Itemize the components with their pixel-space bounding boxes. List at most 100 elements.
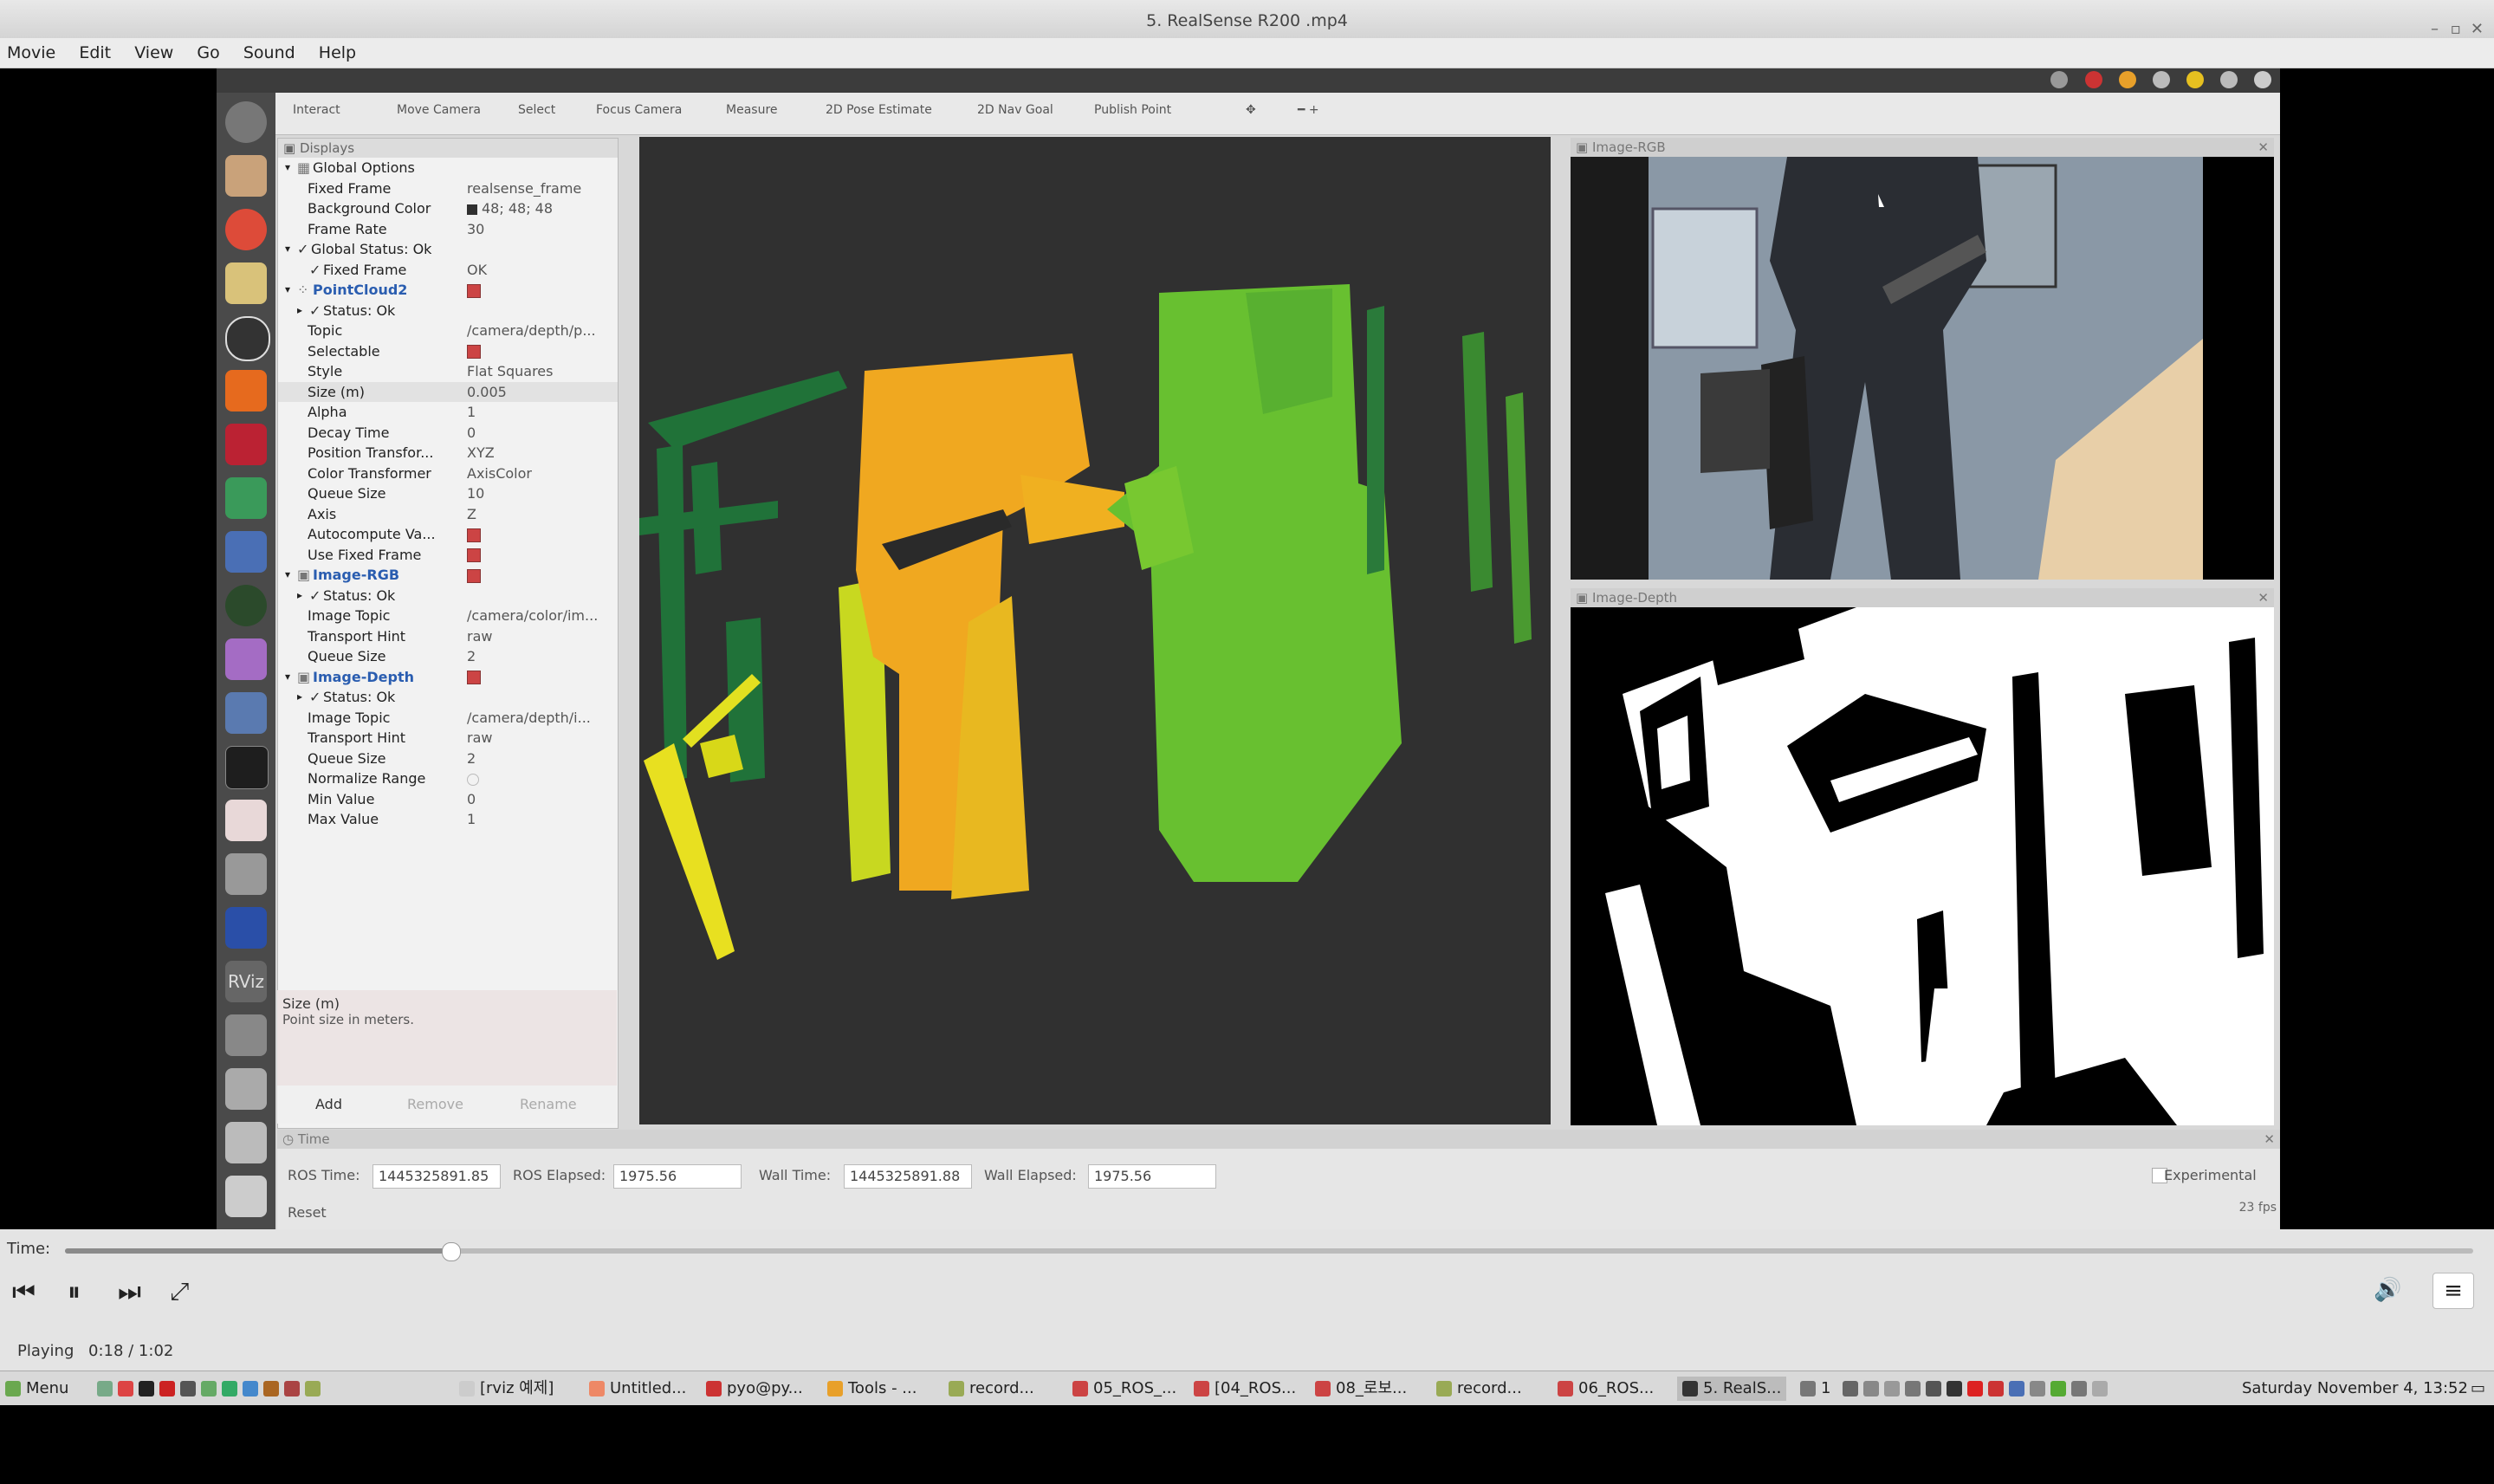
expand-arrow-icon[interactable]: ▾ <box>285 158 290 178</box>
drive-icon[interactable] <box>225 1014 267 1056</box>
property-value[interactable]: /camera/depth/i... <box>467 708 591 729</box>
workspace-number[interactable]: 1 <box>1821 1379 1830 1397</box>
tool-publish-point[interactable]: Publish Point <box>1094 103 1171 117</box>
display-property-row[interactable]: Min Value 0 <box>278 789 618 810</box>
globe-launch-icon[interactable] <box>222 1381 237 1397</box>
tool-select[interactable]: Select <box>518 103 555 117</box>
browser-icon[interactable] <box>225 209 267 250</box>
task-08-robo[interactable]: 08_로보... <box>1315 1377 1407 1401</box>
display-property-row[interactable]: Position Transfor... XYZ <box>278 443 618 463</box>
tool-more-icon[interactable]: ━ + <box>1298 103 1319 117</box>
app-grid-icon[interactable] <box>225 907 267 949</box>
display-property-row[interactable]: ▸ ✓ Status: Ok <box>278 687 618 708</box>
expand-arrow-icon[interactable]: ▾ <box>285 565 290 586</box>
chat-icon[interactable] <box>1800 1381 1816 1397</box>
fullscreen-icon[interactable]: ⤢ <box>170 1277 189 1306</box>
task-rviz[interactable]: [rviz 예제] <box>459 1377 554 1401</box>
alert-icon[interactable] <box>1988 1381 2005 1397</box>
wall-time-field[interactable]: 1445325891.88 <box>844 1164 972 1189</box>
expand-arrow-icon[interactable]: ▾ <box>285 667 290 688</box>
app-launch-icon[interactable] <box>159 1381 175 1397</box>
volume-icon[interactable]: 🔊 <box>2374 1277 2401 1303</box>
files-launch-icon[interactable] <box>201 1381 217 1397</box>
shield-icon[interactable] <box>2009 1381 2025 1397</box>
photos-icon[interactable] <box>225 638 267 680</box>
time-close-icon[interactable]: ✕ <box>2264 1130 2275 1149</box>
editor-launch-icon[interactable] <box>243 1381 258 1397</box>
display-property-row[interactable]: ▾ ✓ Global Status: Ok <box>278 239 618 260</box>
settings-icon[interactable] <box>225 424 267 465</box>
terminal-launch-icon[interactable] <box>139 1381 154 1397</box>
display-property-row[interactable]: ▸ ✓ Status: Ok <box>278 586 618 606</box>
display-property-row[interactable]: Frame Rate 30 <box>278 219 618 240</box>
display-property-row[interactable]: Queue Size 10 <box>278 483 618 504</box>
video-area[interactable]: RViz Interact Move Camera Select Focus C… <box>0 68 2494 1229</box>
property-value[interactable]: OK <box>467 260 487 281</box>
expand-arrow-icon[interactable]: ▸ <box>297 301 302 321</box>
enabled-checkbox[interactable] <box>467 548 481 562</box>
property-value[interactable]: 1 <box>467 809 476 830</box>
keyboard-icon[interactable] <box>1863 1381 1880 1397</box>
disk-icon[interactable] <box>225 853 267 895</box>
property-value[interactable]: 2 <box>467 748 476 769</box>
property-value[interactable]: 10 <box>467 483 484 504</box>
display-property-row[interactable]: ▾ ▣ Image-RGB <box>278 565 618 586</box>
ros-time-field[interactable]: 1445325891.85 <box>372 1164 501 1189</box>
render-viewport[interactable] <box>639 137 1551 1124</box>
tool-crosshair-icon[interactable]: ✥ <box>1246 103 1256 117</box>
display-property-row[interactable]: Image Topic/camera/depth/i... <box>278 708 618 729</box>
enabled-checkbox[interactable] <box>467 345 481 359</box>
dash-icon[interactable] <box>225 101 267 143</box>
property-value[interactable] <box>467 280 481 301</box>
image-rgb-close-icon[interactable]: ✕ <box>2258 138 2269 157</box>
tool3-launch-icon[interactable] <box>305 1381 321 1397</box>
clipboard-icon[interactable] <box>1926 1381 1942 1397</box>
seek-handle[interactable] <box>441 1242 461 1261</box>
trash-icon[interactable] <box>225 1176 267 1217</box>
tool-2d-pose-estimate[interactable]: 2D Pose Estimate <box>826 103 932 117</box>
property-value[interactable] <box>467 667 481 688</box>
display-property-row[interactable]: Use Fixed Frame <box>278 545 618 566</box>
property-value[interactable]: 0 <box>467 789 476 810</box>
start-menu-button[interactable]: Menu <box>5 1377 68 1401</box>
display-property-row[interactable]: Axis Z <box>278 504 618 525</box>
files-icon[interactable] <box>225 155 267 197</box>
task-record-2[interactable]: record... <box>1436 1377 1522 1401</box>
display-property-row[interactable]: ▾ ▣ Image-Depth <box>278 667 618 688</box>
task-06-ros[interactable]: 06_ROS... <box>1558 1377 1654 1401</box>
menu-edit[interactable]: Edit <box>79 38 111 68</box>
task-05-ros[interactable]: 05_ROS_... <box>1072 1377 1176 1401</box>
tool-measure[interactable]: Measure <box>726 103 778 117</box>
remove-button[interactable]: Remove <box>407 1096 463 1112</box>
task-04-ros[interactable]: [04_ROS... <box>1194 1377 1296 1401</box>
property-value[interactable]: raw <box>467 626 492 647</box>
display-property-row[interactable]: Autocompute Va... <box>278 524 618 545</box>
record-tray-icon[interactable] <box>1967 1381 1984 1397</box>
property-value[interactable] <box>467 341 481 362</box>
display-property-row[interactable]: Transport Hint raw <box>278 626 618 647</box>
terminal-icon[interactable] <box>225 746 269 789</box>
menu-sound[interactable]: Sound <box>243 38 295 68</box>
rviz-icon[interactable]: RViz <box>225 961 267 1002</box>
display-property-row[interactable]: Size (m) 0.005 <box>278 381 618 402</box>
menu-help[interactable]: Help <box>319 38 356 68</box>
menu-hamburger-icon[interactable]: ≡ <box>2432 1273 2474 1309</box>
task-untitled[interactable]: Untitled... <box>589 1377 686 1401</box>
show-desktop-corner-icon[interactable]: ▭ <box>2471 1377 2485 1401</box>
tool-launch-icon[interactable] <box>263 1381 279 1397</box>
property-value[interactable] <box>467 768 479 789</box>
image-depth-close-icon[interactable]: ✕ <box>2258 588 2269 607</box>
property-value[interactable]: 48; 48; 48 <box>467 198 553 219</box>
app-icon[interactable] <box>225 477 267 519</box>
property-value[interactable]: raw <box>467 728 492 748</box>
task-realsense-video[interactable]: 5. RealS... <box>1677 1377 1787 1401</box>
bluetooth-icon[interactable] <box>2071 1381 2088 1397</box>
display-property-row[interactable]: ▾ ▦ Global Options <box>278 158 618 178</box>
reset-button[interactable]: Reset <box>288 1204 327 1221</box>
update-icon[interactable] <box>2050 1381 2067 1397</box>
add-button[interactable]: Add <box>315 1096 342 1112</box>
display-property-row[interactable]: Max Value 1 <box>278 809 618 830</box>
chrome-launch-icon[interactable] <box>118 1381 133 1397</box>
network-tray-icon[interactable] <box>2030 1381 2046 1397</box>
property-value[interactable] <box>467 545 481 566</box>
